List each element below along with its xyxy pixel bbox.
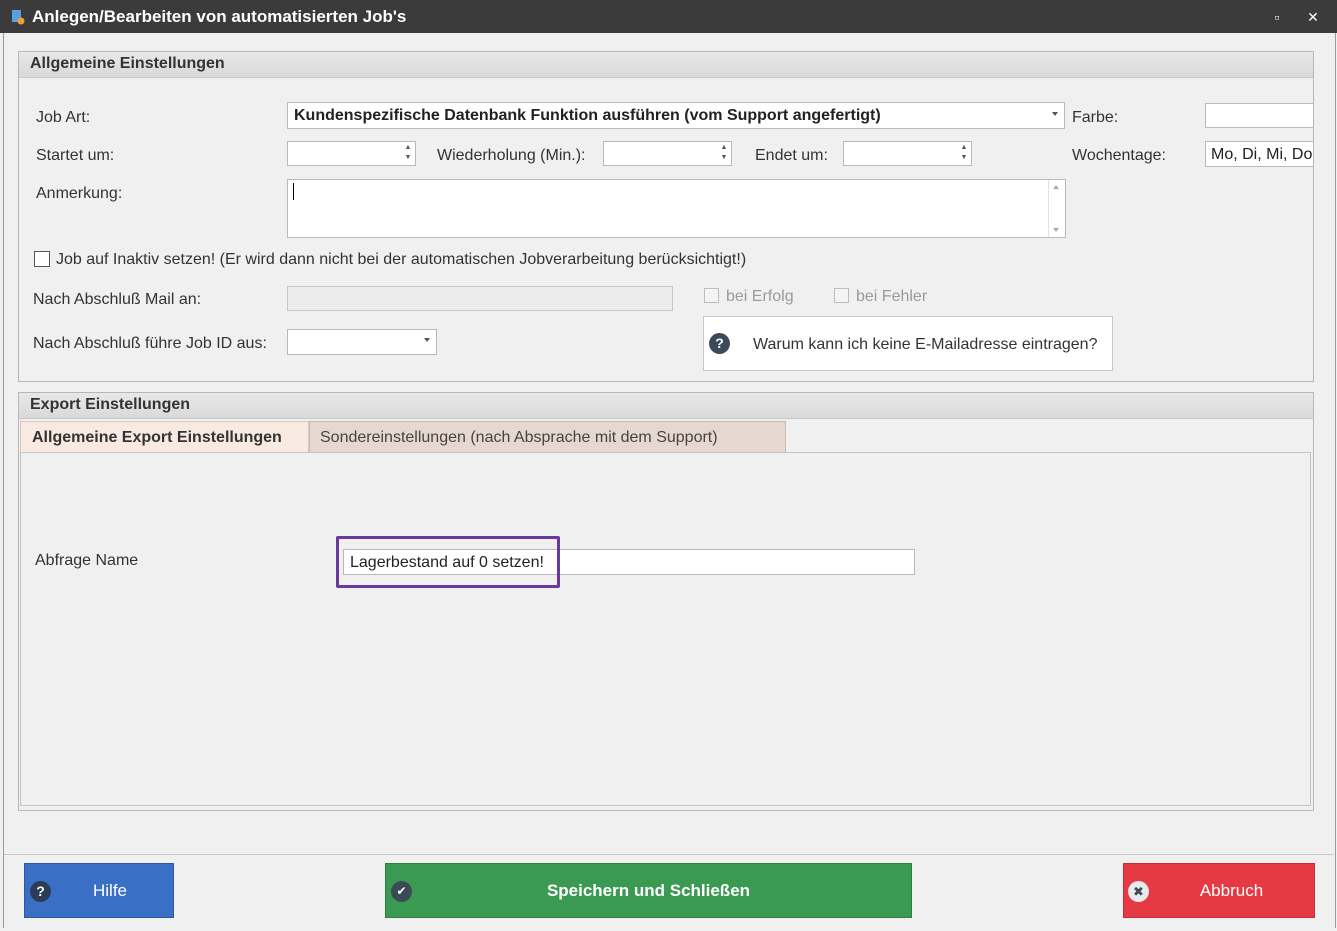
startet-spinner[interactable]: ▲ ▼ (287, 141, 416, 166)
spinner-arrows-icon[interactable]: ▲ ▼ (720, 143, 728, 163)
group-header: Allgemeine Einstellungen (19, 52, 1313, 78)
mail-field[interactable] (287, 286, 673, 311)
chevron-down-icon (424, 338, 430, 342)
close-icon: ✖ (1128, 881, 1149, 902)
mail-label: Nach Abschluß Mail an: (33, 291, 202, 308)
hilfe-label: Hilfe (92, 880, 127, 900)
farbe-field[interactable] (1205, 103, 1313, 128)
tab-label: Allgemeine Export Einstellungen (32, 429, 282, 446)
speichern-button[interactable]: ✔ Speichern und Schließen (385, 863, 912, 918)
wochentage-field[interactable]: Mo, Di, Mi, Do (1205, 141, 1313, 167)
bei-fehler-checkbox[interactable] (834, 288, 849, 303)
close-icon[interactable]: ✕ (1302, 6, 1324, 28)
wochentage-value: Mo, Di, Mi, Do (1211, 146, 1313, 163)
footer-divider (4, 854, 1334, 855)
title-bar: Anlegen/Bearbeiten von automatisierten J… (0, 0, 1337, 33)
abbruch-label: Abbruch (1199, 880, 1264, 900)
endet-spinner[interactable]: ▲ ▼ (843, 141, 972, 166)
email-info-text: Warum kann ich keine E-Mailadresse eintr… (753, 336, 1098, 353)
chevron-down-icon (1052, 111, 1058, 116)
export-settings-title: Export Einstellungen (30, 396, 191, 413)
job-art-dropdown[interactable]: Kundenspezifische Datenbank Funktion aus… (287, 102, 1065, 129)
anmerkung-label: Anmerkung: (36, 185, 123, 202)
bei-erfolg-label: bei Erfolg (726, 288, 794, 305)
tab-allgemeine-export[interactable]: Allgemeine Export Einstellungen (20, 421, 309, 453)
general-settings-title: Allgemeine Einstellungen (30, 55, 225, 72)
endet-label: Endet um: (755, 147, 828, 164)
tab-sondereinstellungen[interactable]: Sondereinstellungen (nach Absprache mit … (309, 421, 786, 452)
job-id-dropdown[interactable] (287, 329, 437, 355)
inaktiv-label[interactable]: Job auf Inaktiv setzen! (Er wird dann ni… (56, 251, 746, 269)
scrollbar[interactable] (1048, 180, 1065, 237)
job-art-value: Kundenspezifische Datenbank Funktion aus… (294, 107, 881, 124)
highlight-box (336, 536, 560, 588)
wiederholung-label: Wiederholung (Min.): (437, 147, 586, 164)
text-cursor (293, 183, 294, 200)
question-icon: ? (709, 333, 730, 354)
bei-erfolg-checkbox[interactable] (704, 288, 719, 303)
scroll-down-icon[interactable] (1053, 228, 1059, 232)
inaktiv-checkbox[interactable] (34, 251, 50, 267)
app-icon (11, 9, 25, 25)
group-header: Export Einstellungen (19, 393, 1313, 419)
spinner-arrows-icon[interactable]: ▲ ▼ (960, 143, 968, 163)
abfrage-name-label: Abfrage Name (35, 552, 139, 569)
email-info-box[interactable]: ? Warum kann ich keine E-Mailadresse ein… (703, 316, 1113, 371)
anmerkung-textarea[interactable] (287, 179, 1066, 238)
wiederholung-spinner[interactable]: ▲ ▼ (603, 141, 732, 166)
speichern-label: Speichern und Schließen (546, 880, 751, 900)
spinner-arrows-icon[interactable]: ▲ ▼ (404, 143, 412, 163)
hilfe-button[interactable]: ? Hilfe (24, 863, 174, 918)
maximize-icon[interactable]: ▫ (1266, 6, 1288, 28)
tab-label: Sondereinstellungen (nach Absprache mit … (320, 429, 718, 446)
farbe-label: Farbe: (1072, 109, 1119, 126)
job-art-label: Job Art: (36, 109, 91, 126)
abbruch-button[interactable]: ✖ Abbruch (1123, 863, 1315, 918)
scroll-up-icon[interactable] (1053, 185, 1059, 189)
startet-label: Startet um: (36, 147, 115, 164)
wochentage-label: Wochentage: (1072, 147, 1166, 164)
bei-fehler-label: bei Fehler (856, 288, 928, 305)
job-id-label: Nach Abschluß führe Job ID aus: (33, 335, 267, 352)
window-title: Anlegen/Bearbeiten von automatisierten J… (32, 7, 407, 26)
tab-content-panel (20, 452, 1311, 806)
